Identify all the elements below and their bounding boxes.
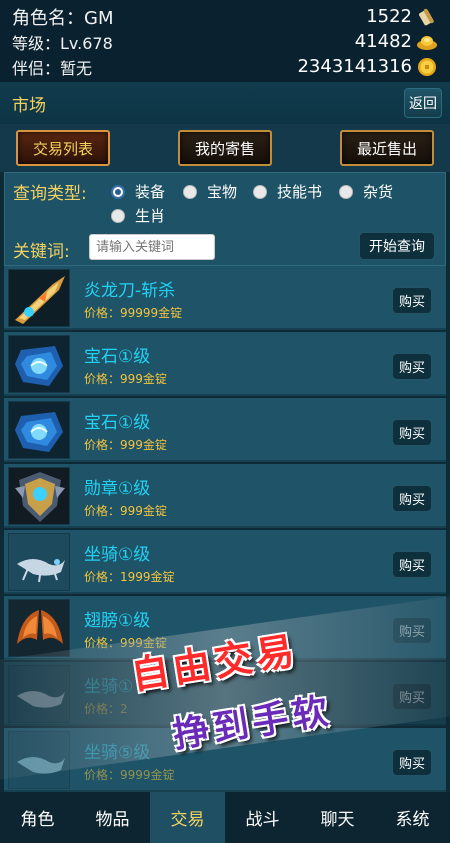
type-option-label: 宝物: [207, 183, 238, 201]
header-row-3: 伴侣：暂无 2343141316: [12, 54, 438, 79]
buy-button[interactable]: 购买: [392, 353, 432, 380]
gold-coin-icon: [418, 57, 436, 76]
mount-icon: [8, 665, 70, 723]
role-name: 角色名：GM: [12, 7, 114, 29]
medal-icon: [8, 467, 70, 525]
gem-icon: [8, 401, 70, 459]
nav-system[interactable]: 系统: [375, 792, 450, 843]
item-price: 价格：999金锭: [84, 504, 167, 518]
item-price: 价格：99999金锭: [84, 306, 183, 320]
mount-icon: [8, 533, 70, 591]
header-row-1: 角色名：GM 1522: [12, 4, 438, 29]
type-option-skillbook[interactable]: 技能书: [253, 181, 322, 202]
header-row-2: 等级：Lv.678 41482: [12, 29, 438, 54]
blade-icon: [8, 269, 70, 327]
nav-character[interactable]: 角色: [0, 792, 75, 843]
type-option-label: 生肖: [135, 207, 166, 225]
buy-button[interactable]: 购买: [392, 683, 432, 710]
item-name: 翅膀①级: [84, 611, 151, 631]
buy-button[interactable]: 购买: [392, 551, 432, 578]
page-title: 市场: [12, 95, 46, 116]
keyword-input[interactable]: [89, 234, 215, 260]
type-option-misc[interactable]: 杂货: [339, 181, 393, 202]
item-price: 价格：9999金锭: [84, 768, 175, 782]
buy-button[interactable]: 购买: [392, 749, 432, 776]
keyword-label: 关键词:: [13, 242, 70, 262]
radio-icon[interactable]: [111, 208, 125, 223]
gold-ingot-icon: [417, 35, 437, 50]
item-name: 宝石①级: [84, 347, 151, 367]
type-option-equipment[interactable]: 装备: [111, 181, 165, 202]
bottom-nav: 角色 物品 交易 战斗 聊天 系统: [0, 792, 450, 843]
currency3-display: 2343141316: [297, 56, 438, 77]
type-option-label: 技能书: [277, 183, 323, 201]
list-item[interactable]: 宝石①级 价格：999金锭 购买: [4, 332, 446, 396]
item-name: 坐骑⑤级: [84, 743, 151, 763]
back-button[interactable]: 返回: [404, 88, 442, 118]
radio-icon[interactable]: [339, 184, 353, 199]
tab-my-consignment[interactable]: 我的寄售: [178, 130, 272, 166]
item-name: 坐骑①级: [84, 545, 151, 565]
item-name: 宝石①级: [84, 413, 151, 433]
type-option-label: 装备: [135, 183, 166, 201]
list-item[interactable]: 炎龙刀-斩杀 价格：99999金锭 购买: [4, 266, 446, 330]
radio-checked-icon[interactable]: [111, 184, 125, 199]
currency2-value: 41482: [354, 31, 412, 52]
query-type-label: 查询类型:: [13, 184, 87, 204]
filter-panel: 查询类型: 装备 宝物 技能书 杂货 生肖 关键词: 开始查询: [4, 172, 446, 266]
status-header: 角色名：GM 1522 等级：Lv.678 41482 伴侣：暂无 234314…: [0, 0, 450, 82]
buy-button[interactable]: 购买: [392, 287, 432, 314]
buy-button[interactable]: 购买: [392, 485, 432, 512]
mount-icon: [8, 731, 70, 789]
buy-button[interactable]: 购买: [392, 419, 432, 446]
item-name: 勋章①级: [84, 479, 151, 499]
type-option-treasure[interactable]: 宝物: [183, 181, 237, 202]
item-name: 坐骑①: [84, 677, 134, 697]
nav-chat[interactable]: 聊天: [300, 792, 375, 843]
nav-trade[interactable]: 交易: [150, 792, 225, 843]
item-name: 炎龙刀-斩杀: [84, 281, 176, 301]
wings-icon: [8, 599, 70, 657]
currency1-value: 1522: [366, 6, 412, 27]
item-price: 价格：2: [84, 702, 128, 716]
scroll-icon: [419, 8, 434, 25]
currency1-display: 1522: [366, 6, 438, 27]
item-price: 价格：999金锭: [84, 372, 167, 386]
tab-trade-list[interactable]: 交易列表: [16, 130, 110, 166]
item-list[interactable]: 炎龙刀-斩杀 价格：99999金锭 购买 宝石①级 价格：999金锭 购买 宝石…: [4, 266, 446, 792]
list-item[interactable]: 坐骑① 价格：2 购买: [4, 662, 446, 726]
item-price: 价格：999金锭: [84, 438, 167, 452]
list-item[interactable]: 坐骑⑤级 价格：9999金锭 购买: [4, 728, 446, 792]
item-price: 价格：999金锭: [84, 636, 167, 650]
gem-icon: [8, 335, 70, 393]
list-item[interactable]: 勋章①级 价格：999金锭 购买: [4, 464, 446, 528]
buy-button[interactable]: 购买: [392, 617, 432, 644]
tab-recently-sold[interactable]: 最近售出: [340, 130, 434, 166]
currency3-value: 2343141316: [297, 56, 412, 77]
item-price: 价格：1999金锭: [84, 570, 175, 584]
nav-battle[interactable]: 战斗: [225, 792, 300, 843]
start-query-button[interactable]: 开始查询: [359, 232, 435, 260]
nav-items[interactable]: 物品: [75, 792, 150, 843]
partner-text: 伴侣：暂无: [12, 58, 93, 78]
currency2-display: 41482: [355, 31, 438, 52]
level-text: 等级：Lv.678: [12, 33, 113, 53]
radio-icon[interactable]: [253, 184, 267, 199]
list-item[interactable]: 坐骑①级 价格：1999金锭 购买: [4, 530, 446, 594]
market-tabs: 交易列表 我的寄售 最近售出: [0, 124, 450, 172]
market-bar: 市场 返回: [0, 82, 450, 124]
list-item[interactable]: 宝石①级 价格：999金锭 购买: [4, 398, 446, 462]
type-option-zodiac[interactable]: 生肖: [111, 205, 165, 226]
list-item[interactable]: 翅膀①级 价格：999金锭 购买: [4, 596, 446, 660]
type-option-label: 杂货: [363, 183, 394, 201]
radio-icon[interactable]: [183, 184, 197, 199]
